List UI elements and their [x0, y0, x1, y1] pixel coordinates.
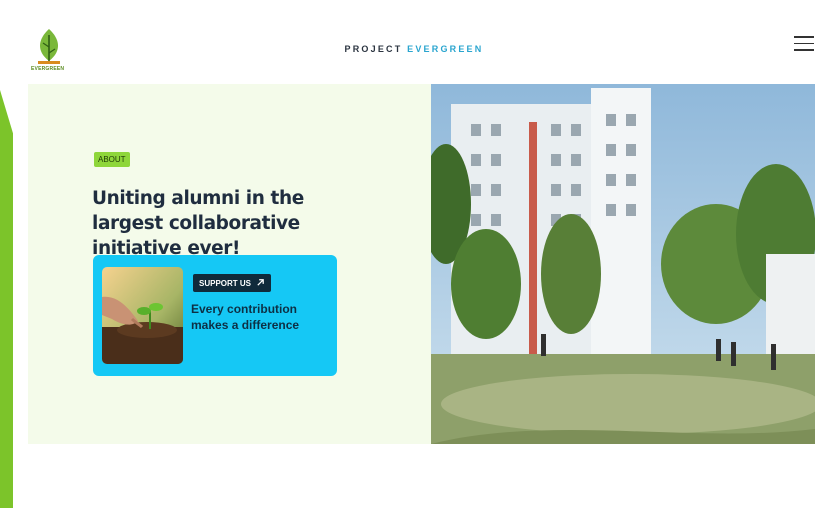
hamburger-menu-icon[interactable]: [794, 36, 814, 52]
support-card[interactable]: SUPPORT US Every contribution makes a di…: [93, 255, 337, 376]
brand-part-evergreen: EVERGREEN: [407, 44, 484, 54]
campus-building-image: [431, 84, 815, 444]
card-description: Every contribution makes a difference: [191, 302, 300, 332]
arrow-up-right-icon: [257, 279, 265, 286]
seedling-image: [102, 267, 183, 364]
support-us-button[interactable]: SUPPORT US: [193, 274, 272, 292]
hero-headline: Uniting alumni in the largest collaborat…: [92, 188, 304, 259]
support-us-label: SUPPORT US: [199, 279, 252, 288]
about-badge: ABOUT: [94, 152, 130, 167]
brand-part-project: PROJECT: [344, 44, 403, 54]
brand-title[interactable]: PROJECT EVERGREEN: [0, 44, 828, 54]
logo-text: EVERGREEN: [31, 66, 65, 72]
